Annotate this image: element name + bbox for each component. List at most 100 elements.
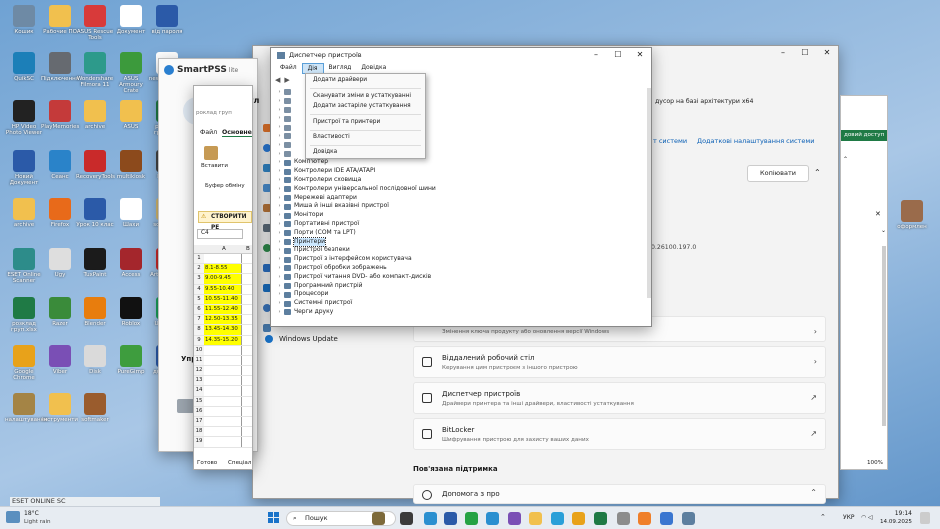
settings-card[interactable]: Віддалений робочий стіл Керування цим при… bbox=[413, 346, 826, 378]
row-number[interactable]: 15 bbox=[194, 396, 204, 406]
row-number[interactable]: 6 bbox=[194, 304, 204, 315]
row-number[interactable]: 4 bbox=[194, 284, 204, 294]
whatsapp-icon[interactable] bbox=[465, 512, 478, 525]
tree-item[interactable]: › Монітори bbox=[275, 211, 647, 220]
tree-item[interactable]: › Пристрої обробки зображень bbox=[275, 264, 647, 273]
tree-item[interactable]: › Мережеві адаптери bbox=[275, 194, 647, 203]
desktop-icon[interactable]: PureGimp bbox=[112, 345, 150, 375]
expand-arrow-icon[interactable]: › bbox=[275, 246, 284, 255]
cell[interactable] bbox=[204, 376, 242, 386]
desktop-icon[interactable]: archive bbox=[5, 198, 43, 228]
expand-arrow-icon[interactable]: › bbox=[275, 264, 284, 273]
expand-arrow-icon[interactable]: › bbox=[275, 202, 284, 211]
desktop-icon[interactable]: archive bbox=[76, 100, 114, 130]
cell[interactable]: 13.45-14.30 bbox=[204, 325, 242, 335]
cell[interactable]: 14.35-15.20 bbox=[204, 335, 242, 345]
tree-item[interactable]: › Контролери універсальної послідовної ши… bbox=[275, 185, 647, 194]
media-icon[interactable] bbox=[400, 512, 413, 525]
expand-arrow-icon[interactable]: › bbox=[275, 229, 284, 238]
close-button[interactable]: ✕ bbox=[629, 48, 651, 62]
menu-item-add-legacy[interactable]: Додати застаріле устаткування bbox=[313, 103, 411, 109]
desktop-icon[interactable]: Google Chrome bbox=[5, 345, 43, 381]
clock-date[interactable]: 14.09.2025 bbox=[876, 519, 912, 525]
excel-search[interactable]: роклад груп bbox=[196, 110, 232, 116]
wifi-icon[interactable]: ◠ bbox=[861, 514, 866, 521]
weather-temp[interactable]: 18°C bbox=[24, 510, 39, 517]
chrome-icon[interactable] bbox=[572, 512, 585, 525]
devmgr-icon[interactable] bbox=[682, 512, 695, 525]
tree-item[interactable]: › Порти (COM та LPT) bbox=[275, 229, 647, 238]
system-link[interactable]: т системи bbox=[653, 137, 687, 145]
desktop-icon[interactable]: Access bbox=[112, 248, 150, 278]
row-number[interactable]: 5 bbox=[194, 294, 204, 304]
cell[interactable] bbox=[204, 427, 242, 437]
desktop-icon[interactable]: Новий Документ bbox=[5, 150, 43, 186]
paste-icon[interactable] bbox=[204, 146, 218, 160]
tab-home[interactable]: Основне bbox=[222, 129, 252, 137]
excel-icon[interactable] bbox=[594, 512, 607, 525]
desktop-icon[interactable]: налаштування bbox=[5, 393, 47, 423]
skype-icon[interactable] bbox=[486, 512, 499, 525]
zoom-level[interactable]: 100% bbox=[867, 460, 883, 466]
row-number[interactable]: 16 bbox=[194, 406, 204, 416]
expand-arrow-icon[interactable]: › bbox=[275, 167, 284, 176]
vertical-scrollbar[interactable] bbox=[882, 246, 886, 426]
desktop-icon[interactable]: Blender bbox=[76, 297, 114, 327]
tray-chevron-icon[interactable]: ⌃ bbox=[820, 513, 826, 521]
cell[interactable]: 10.55-11.40 bbox=[204, 294, 242, 304]
menu-item-add-drivers[interactable]: Додати драйвери bbox=[313, 77, 367, 83]
cell[interactable] bbox=[204, 345, 242, 355]
desktop-icon[interactable]: від пароля bbox=[148, 5, 186, 35]
desktop-icon[interactable]: розклад груп.xlsx bbox=[5, 297, 43, 333]
cell[interactable]: 8.1-8.55 bbox=[204, 264, 242, 274]
expand-arrow-icon[interactable]: › bbox=[275, 255, 284, 264]
desktop-icon[interactable]: QuikSC bbox=[5, 52, 43, 82]
cell[interactable]: 9.00-9.45 bbox=[204, 274, 242, 284]
tree-item[interactable]: › Системні пристрої bbox=[275, 299, 647, 308]
tree-item[interactable]: › Пристрої з інтерфейсом користувача bbox=[275, 255, 647, 264]
row-number[interactable]: 12 bbox=[194, 366, 204, 376]
devmgr-scrollbar[interactable] bbox=[647, 88, 651, 298]
viber-icon[interactable] bbox=[508, 512, 521, 525]
row-number[interactable]: 1 bbox=[194, 254, 204, 264]
row-number[interactable]: 19 bbox=[194, 437, 204, 447]
clock-time[interactable]: 19:14 bbox=[876, 510, 912, 517]
expand-arrow-icon[interactable]: › bbox=[275, 158, 284, 167]
cell[interactable] bbox=[204, 417, 242, 427]
desktop-icon[interactable]: ASUS bbox=[112, 100, 150, 130]
row-number[interactable]: 17 bbox=[194, 417, 204, 427]
windows-update-nav[interactable]: Windows Update bbox=[265, 335, 338, 343]
weather-condition[interactable]: Light rain bbox=[24, 519, 51, 525]
telegram-icon[interactable] bbox=[551, 512, 564, 525]
desktop-icon[interactable]: Razer bbox=[41, 297, 79, 327]
expand-arrow-icon[interactable]: › bbox=[275, 220, 284, 229]
row-number[interactable]: 11 bbox=[194, 355, 204, 366]
tree-item[interactable]: › Програмний пристрій bbox=[275, 282, 647, 291]
smartpss-icon[interactable] bbox=[638, 512, 651, 525]
expand-arrow-icon[interactable]: › bbox=[275, 176, 284, 185]
language-indicator[interactable]: УКР bbox=[843, 514, 855, 521]
word-icon[interactable] bbox=[444, 512, 457, 525]
folder-icon[interactable] bbox=[529, 512, 542, 525]
desktop-icon[interactable]: PlayMemories bbox=[41, 100, 79, 130]
maximize-button[interactable]: ☐ bbox=[607, 48, 629, 62]
desktop-icon[interactable]: Firefox bbox=[41, 198, 79, 228]
desktop-icon[interactable]: HP Video Photo Viewer bbox=[5, 100, 43, 136]
expand-arrow-icon[interactable]: › bbox=[275, 308, 284, 317]
desktop-icon[interactable]: Сеанс bbox=[41, 150, 79, 180]
name-box[interactable]: C4 bbox=[197, 229, 243, 239]
desktop-icon[interactable]: multikiosk bbox=[112, 150, 150, 180]
cell[interactable] bbox=[204, 386, 242, 396]
desktop-icon[interactable]: Wondershare Filmora 11 bbox=[76, 52, 114, 88]
share-button[interactable]: довий доступ bbox=[841, 130, 887, 141]
desktop-icon[interactable]: RecoveryTools bbox=[76, 150, 115, 180]
expand-arrow-icon[interactable]: › bbox=[275, 282, 284, 291]
tree-item[interactable]: › Черги друку bbox=[275, 308, 647, 317]
desktop-icon-oformlen[interactable]: оформлен bbox=[893, 200, 931, 230]
tree-item[interactable]: › Портативні пристрої bbox=[275, 220, 647, 229]
cell[interactable] bbox=[204, 254, 242, 264]
desktop-icon[interactable]: Ugy bbox=[41, 248, 79, 278]
widget-icon[interactable] bbox=[372, 512, 385, 525]
desktop-icon[interactable]: Документ bbox=[112, 5, 150, 35]
menu-file[interactable]: Файл bbox=[275, 63, 302, 74]
